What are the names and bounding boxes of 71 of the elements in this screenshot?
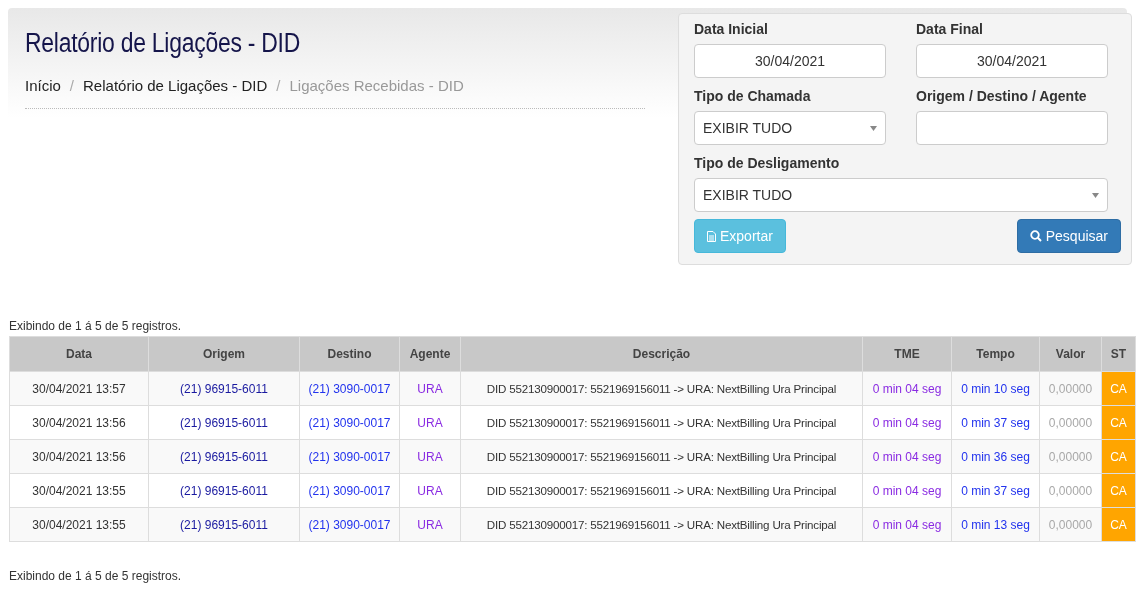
- column-header: Origem: [148, 336, 300, 372]
- duration-cell: 0 min 04 seg: [862, 439, 952, 474]
- field-label: Tipo de Chamada: [694, 87, 812, 105]
- value-cell: 0,00000: [1039, 439, 1102, 474]
- agent-cell: URA: [399, 405, 461, 440]
- date-cell: 30/04/2021 13:57: [9, 371, 149, 406]
- description-cell: DID 552130900017: 5521969156011 -> URA: NextBilling Ura Principal: [460, 507, 863, 542]
- column-header: Agente: [399, 336, 461, 372]
- duration-cell: 0 min 04 seg: [862, 473, 952, 508]
- duration-cell: 0 min 13 seg: [951, 507, 1040, 542]
- records-summary: Exibindo de 1 á 5 de 5 registros.: [9, 319, 183, 333]
- breadcrumb-link[interactable]: Relatório de Ligações - DID: [83, 77, 268, 94]
- page-title: Relatório de Ligações - DID: [25, 28, 302, 59]
- phone-cell: (21) 3090-0017: [299, 439, 400, 474]
- records-summary: Exibindo de 1 á 5 de 5 registros.: [9, 569, 183, 583]
- column-header: Destino: [299, 336, 400, 372]
- field-label: Data Inicial: [694, 20, 769, 38]
- select-field[interactable]: EXIBIR TUDO: [694, 111, 886, 145]
- agent-cell: URA: [399, 371, 461, 406]
- phone-cell: (21) 96915-6011: [148, 371, 300, 406]
- field-label: Tipo de Desligamento: [694, 154, 841, 172]
- column-header: ST: [1101, 336, 1136, 372]
- duration-cell: 0 min 04 seg: [862, 507, 952, 542]
- value-cell: 0,00000: [1039, 473, 1102, 508]
- duration-cell: 0 min 37 seg: [951, 405, 1040, 440]
- date-cell: 30/04/2021 13:56: [9, 439, 149, 474]
- agent-cell: URA: [399, 473, 461, 508]
- phone-cell: (21) 96915-6011: [148, 473, 300, 508]
- phone-cell: (21) 3090-0017: [299, 507, 400, 542]
- description-cell: DID 552130900017: 5521969156011 -> URA: NextBilling Ura Principal: [460, 473, 863, 508]
- column-header: Descrição: [460, 336, 863, 372]
- column-header: Data: [9, 336, 149, 372]
- description-cell: DID 552130900017: 5521969156011 -> URA: NextBilling Ura Principal: [460, 405, 863, 440]
- duration-cell: 0 min 04 seg: [862, 405, 952, 440]
- phone-cell: (21) 3090-0017: [299, 473, 400, 508]
- search-button[interactable]: Pesquisar: [1016, 219, 1121, 253]
- value-cell: 0,00000: [1039, 405, 1102, 440]
- phone-cell: (21) 96915-6011: [148, 507, 300, 542]
- description-cell: DID 552130900017: 5521969156011 -> URA: NextBilling Ura Principal: [460, 371, 863, 406]
- date-cell: 30/04/2021 13:56: [9, 405, 149, 440]
- input-field[interactable]: [916, 111, 1108, 145]
- value-cell: 0,00000: [1039, 371, 1102, 406]
- duration-cell: 0 min 04 seg: [862, 371, 952, 406]
- select-field[interactable]: EXIBIR TUDO: [694, 178, 1108, 212]
- search-icon: [1029, 230, 1042, 242]
- description-cell: DID 552130900017: 5521969156011 -> URA: NextBilling Ura Principal: [460, 439, 863, 474]
- date-cell: 30/04/2021 13:55: [9, 473, 149, 508]
- caret-icon: [1092, 192, 1099, 198]
- breadcrumb-separator: /: [276, 77, 281, 94]
- agent-cell: URA: [399, 507, 461, 542]
- field-label: Data Final: [916, 20, 984, 38]
- phone-cell: (21) 3090-0017: [299, 405, 400, 440]
- value-cell: 0,00000: [1039, 507, 1102, 542]
- date-cell: 30/04/2021 13:55: [9, 507, 149, 542]
- agent-cell: URA: [399, 439, 461, 474]
- phone-cell: (21) 96915-6011: [148, 405, 300, 440]
- duration-cell: 0 min 37 seg: [951, 473, 1040, 508]
- breadcrumb-separator: /: [69, 77, 75, 94]
- column-header: Tempo: [951, 336, 1040, 372]
- duration-cell: 0 min 10 seg: [951, 371, 1040, 406]
- field-label: Origem / Destino / Agente: [916, 87, 1088, 105]
- date-field[interactable]: 30/04/2021: [694, 44, 886, 78]
- phone-cell: (21) 96915-6011: [148, 439, 300, 474]
- breadcrumb-link[interactable]: Início: [25, 77, 61, 94]
- column-header: TME: [862, 336, 952, 372]
- duration-cell: 0 min 36 seg: [951, 439, 1040, 474]
- caret-icon: [870, 125, 877, 131]
- date-field[interactable]: 30/04/2021: [916, 44, 1108, 78]
- column-header: Valor: [1039, 336, 1102, 372]
- phone-cell: (21) 3090-0017: [299, 371, 400, 406]
- document-icon: [707, 230, 716, 242]
